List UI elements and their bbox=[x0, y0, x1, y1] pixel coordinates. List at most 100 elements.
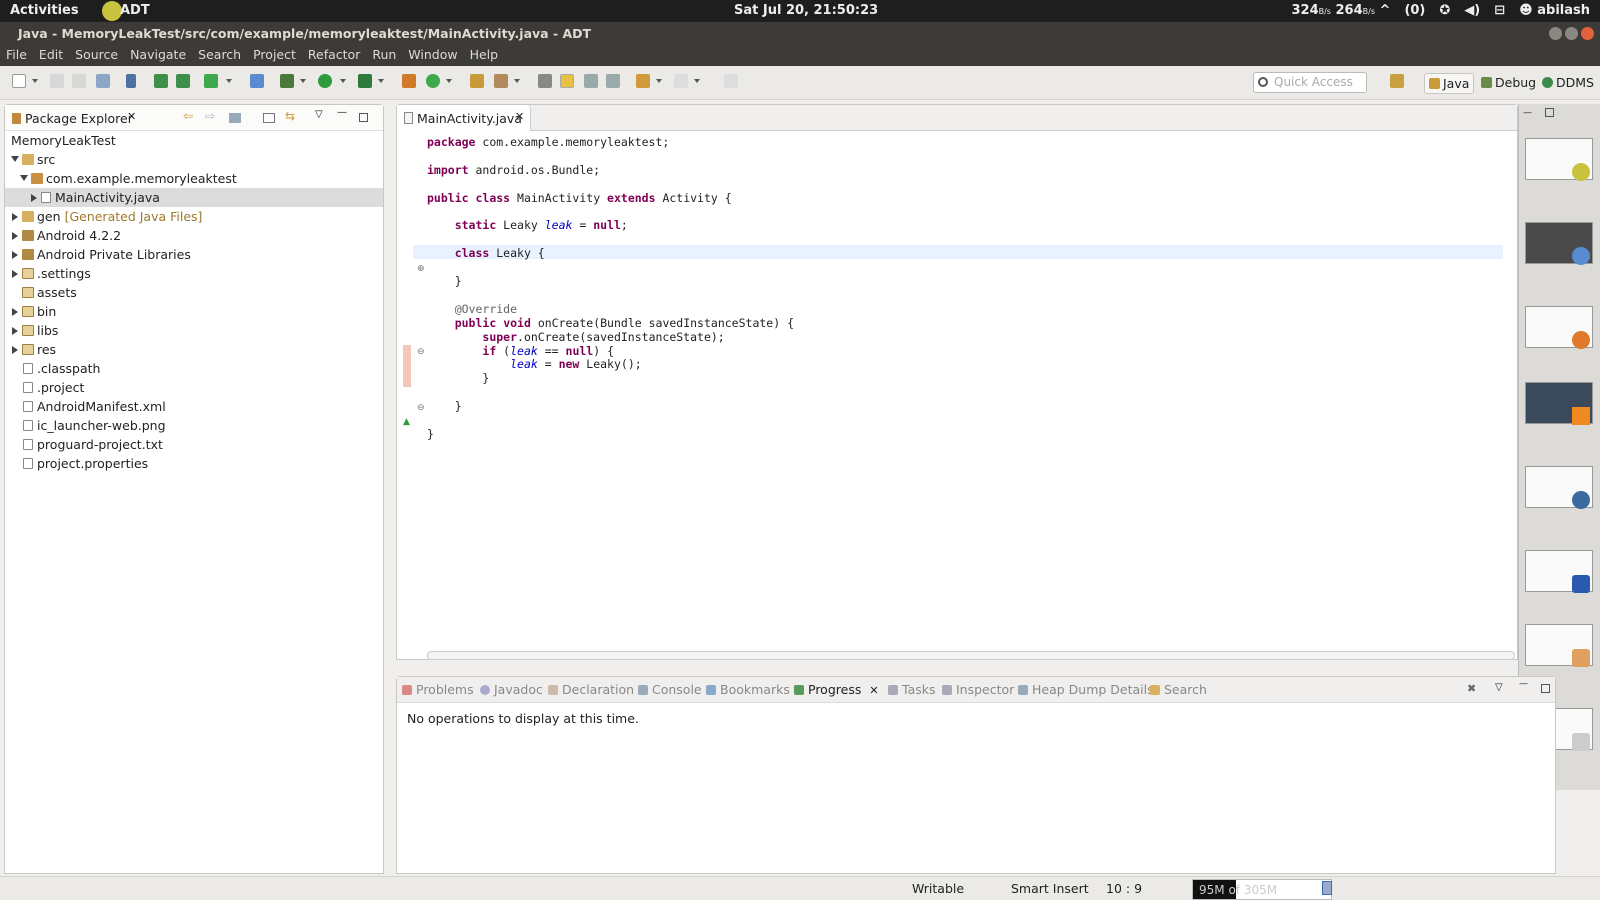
close-view-icon[interactable]: ✕ bbox=[127, 110, 136, 123]
back-nav-icon[interactable]: ⇦ bbox=[183, 109, 195, 123]
toggle-breadcrumb-icon[interactable] bbox=[538, 74, 552, 88]
editor-tab-mainactivity[interactable]: MainActivity.java ✕ bbox=[397, 105, 531, 131]
tree-project-header[interactable]: MemoryLeakTest bbox=[5, 131, 383, 150]
back-icon[interactable] bbox=[636, 74, 650, 88]
block-selection-icon[interactable] bbox=[584, 74, 598, 88]
maximize-button[interactable] bbox=[1565, 27, 1578, 40]
menu-project[interactable]: Project bbox=[247, 44, 302, 62]
tab-tasks[interactable]: Tasks bbox=[887, 682, 936, 697]
minimize-button[interactable] bbox=[1549, 27, 1562, 40]
menu-refactor[interactable]: Refactor bbox=[302, 44, 366, 62]
code-line[interactable]: static Leaky leak = null; bbox=[427, 218, 628, 232]
tree-item-settings[interactable]: .settings bbox=[5, 264, 383, 283]
expand-arrow-icon[interactable] bbox=[12, 213, 18, 221]
run-icon[interactable] bbox=[318, 74, 332, 88]
package-explorer-tab[interactable]: Package Explorer bbox=[25, 111, 133, 126]
tree-item-project-file[interactable]: .project bbox=[5, 378, 383, 397]
tab-console[interactable]: Console bbox=[637, 682, 702, 697]
accessibility-icon[interactable]: ✪ bbox=[1439, 3, 1450, 18]
tree-item-libs[interactable]: libs bbox=[5, 321, 383, 340]
tab-javadoc[interactable]: Javadoc bbox=[479, 682, 543, 697]
tree-item-assets[interactable]: assets bbox=[5, 283, 383, 302]
tree-item-res[interactable]: res bbox=[5, 340, 383, 359]
expand-arrow-icon[interactable] bbox=[12, 251, 18, 259]
android-avd-icon[interactable] bbox=[176, 74, 190, 88]
lint-icon[interactable] bbox=[204, 74, 218, 88]
quick-access-input[interactable]: Quick Access bbox=[1253, 72, 1367, 93]
android-sdk-icon[interactable] bbox=[154, 74, 168, 88]
save-icon[interactable] bbox=[50, 74, 64, 88]
perspective-ddms[interactable]: DDMS bbox=[1538, 73, 1598, 94]
horizontal-scrollbar[interactable] bbox=[427, 651, 1515, 660]
view-menu-icon[interactable]: ▽ bbox=[1495, 682, 1503, 693]
tree-item-bin[interactable]: bin bbox=[5, 302, 383, 321]
menu-source[interactable]: Source bbox=[69, 44, 124, 62]
new-icon[interactable] bbox=[12, 74, 26, 88]
debug-dropdown-icon[interactable] bbox=[300, 79, 306, 83]
workspace-thumb-1[interactable] bbox=[1525, 138, 1593, 181]
tab-progress[interactable]: Progress ✕ bbox=[793, 682, 879, 697]
expand-arrow-icon[interactable] bbox=[12, 327, 18, 335]
save-all-icon[interactable] bbox=[72, 74, 86, 88]
debug-icon[interactable] bbox=[280, 74, 294, 88]
expand-arrow-icon[interactable] bbox=[31, 194, 37, 202]
expand-arrow-icon[interactable] bbox=[11, 156, 19, 162]
fold-plus-icon[interactable]: ⊕ bbox=[417, 264, 425, 274]
tab-problems[interactable]: Problems bbox=[401, 682, 474, 697]
network-monitor[interactable]: 324B/s 264B/s ^ bbox=[1291, 3, 1390, 18]
menu-run[interactable]: Run bbox=[366, 44, 402, 62]
view-menu-icon[interactable]: ▽ bbox=[315, 109, 327, 120]
search-dropdown-icon[interactable] bbox=[514, 79, 520, 83]
code-line[interactable]: } bbox=[427, 274, 462, 288]
code-line[interactable]: } bbox=[427, 371, 489, 385]
messages-indicator[interactable]: (0) bbox=[1404, 3, 1425, 18]
maximize-view-icon[interactable] bbox=[359, 113, 368, 122]
code-line[interactable]: class Leaky { bbox=[427, 246, 545, 260]
network-icon[interactable]: ⊟ bbox=[1494, 3, 1505, 18]
tree-item-android-4-2-2[interactable]: Android 4.2.2 bbox=[5, 226, 383, 245]
menu-navigate[interactable]: Navigate bbox=[124, 44, 192, 62]
tree-item-project-properties[interactable]: project.properties bbox=[5, 454, 383, 473]
menu-window[interactable]: Window bbox=[402, 44, 463, 62]
expand-arrow-icon[interactable] bbox=[12, 346, 18, 354]
clock[interactable]: Sat Jul 20, 21:50:23 bbox=[734, 3, 878, 18]
cursor-icon[interactable] bbox=[126, 74, 136, 88]
fold-minus-icon[interactable]: ⊖ bbox=[417, 347, 425, 357]
code-line[interactable]: import android.os.Bundle; bbox=[427, 163, 600, 177]
back-dropdown-icon[interactable] bbox=[656, 79, 662, 83]
menu-file[interactable]: File bbox=[0, 44, 33, 62]
code-line[interactable]: public void onCreate(Bundle savedInstanc… bbox=[427, 316, 794, 330]
garbage-collect-icon[interactable] bbox=[1322, 881, 1332, 895]
tree-item-gen[interactable]: gen [Generated Java Files] bbox=[5, 207, 383, 226]
workspace-thumb-7[interactable] bbox=[1525, 624, 1593, 667]
new-dropdown-icon[interactable] bbox=[32, 79, 38, 83]
tree-item-package[interactable]: com.example.memoryleaktest bbox=[5, 169, 383, 188]
print-icon[interactable] bbox=[96, 74, 110, 88]
open-perspective-icon[interactable] bbox=[1390, 74, 1404, 88]
tree-item-proguard[interactable]: proguard-project.txt bbox=[5, 435, 383, 454]
remove-finished-icon[interactable]: ✖ bbox=[1467, 682, 1476, 695]
tab-declaration[interactable]: Declaration bbox=[547, 682, 634, 697]
minimize-view-icon[interactable]: — bbox=[1519, 679, 1528, 689]
heap-status[interactable]: 95M of 305M bbox=[1192, 879, 1332, 900]
external-tools-icon[interactable] bbox=[358, 74, 372, 88]
maximize-view-icon[interactable] bbox=[1541, 684, 1550, 693]
lint-dropdown-icon[interactable] bbox=[226, 79, 232, 83]
code-line[interactable]: leak = new Leaky(); bbox=[427, 357, 642, 371]
open-type-icon[interactable] bbox=[470, 74, 484, 88]
up-folder-icon[interactable] bbox=[229, 113, 241, 123]
fold-minus-icon[interactable]: ⊖ bbox=[417, 403, 425, 413]
forward-nav-icon[interactable]: ⇨ bbox=[205, 109, 217, 123]
tab-heap-dump-details[interactable]: Heap Dump Details bbox=[1017, 682, 1154, 697]
link-editor-icon[interactable]: ⇆ bbox=[285, 109, 297, 123]
tab-inspector[interactable]: Inspector bbox=[941, 682, 1014, 697]
code-line[interactable]: package com.example.memoryleaktest; bbox=[427, 135, 669, 149]
last-edit-icon[interactable] bbox=[724, 74, 738, 88]
volume-icon[interactable]: ◀) bbox=[1464, 3, 1480, 18]
new-android-project-icon[interactable] bbox=[250, 74, 264, 88]
activities-button[interactable]: Activities bbox=[10, 3, 79, 18]
tree-item-classpath[interactable]: .classpath bbox=[5, 359, 383, 378]
search-tool-icon[interactable] bbox=[494, 74, 508, 88]
menu-edit[interactable]: Edit bbox=[33, 44, 69, 62]
forward-icon[interactable] bbox=[674, 74, 688, 88]
